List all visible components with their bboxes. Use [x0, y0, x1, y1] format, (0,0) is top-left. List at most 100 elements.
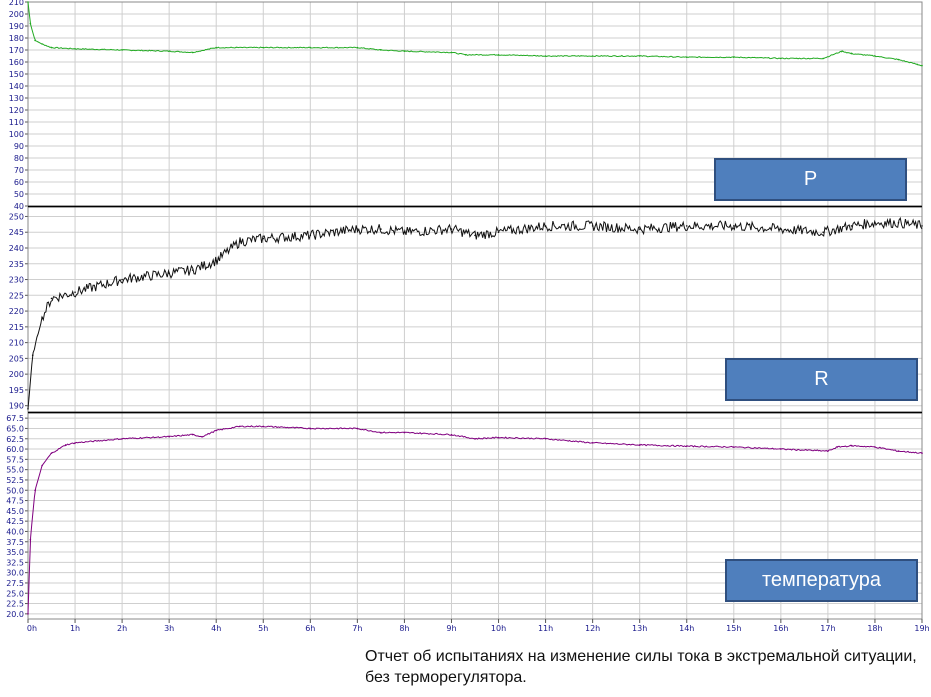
x-tick-label: 18h — [867, 624, 882, 633]
data-point — [380, 49, 382, 51]
data-point — [74, 291, 76, 293]
data-point — [238, 425, 241, 428]
data-point — [780, 228, 782, 230]
series-line-0 — [27, 1, 922, 67]
data-point — [121, 437, 123, 440]
data-point — [732, 446, 735, 448]
y-tick-label: 50 — [14, 190, 24, 199]
data-point — [168, 272, 170, 275]
y-tick-label: 150 — [9, 70, 24, 79]
chart-caption: Отчет об испытаниях на изменение силы то… — [365, 648, 917, 686]
y-tick-label: 245 — [9, 228, 24, 237]
data-point — [41, 464, 43, 467]
data-point — [464, 54, 467, 56]
data-point — [780, 57, 782, 60]
data-point — [822, 231, 824, 234]
y-tick-label: 230 — [9, 276, 24, 285]
data-point — [685, 445, 688, 447]
data-point — [897, 450, 900, 452]
data-point — [74, 442, 76, 444]
data-point — [841, 50, 843, 52]
data-point — [309, 46, 312, 49]
x-tick-label: 8h — [399, 624, 409, 633]
data-point — [780, 448, 782, 450]
data-point — [921, 225, 923, 227]
y-tick-label: 235 — [9, 260, 24, 269]
y-tick-label: 200 — [9, 370, 24, 379]
data-point — [380, 228, 382, 230]
data-point — [450, 51, 453, 54]
data-point — [403, 431, 406, 434]
x-tick-label: 3h — [164, 624, 174, 633]
data-point — [850, 52, 853, 55]
data-point — [474, 234, 476, 237]
panel-label-r: R — [725, 358, 918, 401]
data-point — [74, 48, 76, 50]
data-point — [732, 225, 735, 227]
data-point — [921, 64, 923, 67]
x-tick-label: 5h — [258, 624, 268, 633]
y-tick-label: 57.5 — [6, 455, 24, 464]
data-point — [380, 431, 382, 434]
y-tick-label: 110 — [9, 118, 24, 127]
data-point — [215, 429, 218, 432]
x-tick-label: 9h — [446, 624, 456, 633]
y-tick-label: 55.0 — [6, 466, 24, 475]
y-tick-label: 220 — [9, 307, 24, 316]
data-point — [31, 354, 34, 357]
data-point — [403, 50, 406, 52]
data-point — [874, 446, 876, 448]
data-point — [238, 240, 241, 243]
y-tick-label: 60.0 — [6, 445, 24, 454]
y-tick-label: 47.5 — [6, 497, 24, 506]
x-tick-label: 2h — [117, 624, 127, 633]
panel-label-p: P — [714, 158, 907, 201]
y-tick-label: 250 — [9, 212, 24, 221]
data-point — [544, 437, 547, 440]
y-tick-label: 37.5 — [6, 538, 24, 547]
data-point — [732, 56, 735, 58]
y-tick-label: 180 — [9, 34, 24, 43]
data-point — [309, 427, 312, 430]
y-tick-label: 200 — [9, 10, 24, 19]
data-point — [262, 237, 265, 240]
data-point — [836, 446, 839, 448]
data-point — [403, 231, 406, 234]
data-point — [29, 22, 32, 25]
data-point — [50, 297, 53, 300]
y-tick-label: 60 — [14, 178, 24, 187]
data-point — [874, 55, 876, 57]
y-tick-label: 225 — [9, 291, 24, 300]
data-point — [29, 538, 32, 541]
data-point — [685, 56, 688, 58]
data-point — [121, 49, 123, 51]
data-point — [450, 228, 453, 230]
y-tick-label: 190 — [9, 22, 24, 31]
x-tick-label: 13h — [632, 624, 647, 633]
y-tick-label: 170 — [9, 46, 24, 55]
x-tick-label: 4h — [211, 624, 221, 633]
y-tick-label: 190 — [9, 402, 24, 411]
y-tick-label: 205 — [9, 354, 24, 363]
data-point — [168, 50, 170, 52]
y-tick-label: 100 — [9, 130, 24, 139]
data-point — [201, 435, 203, 438]
data-point — [822, 57, 824, 60]
data-point — [191, 269, 194, 271]
data-point — [191, 51, 194, 54]
x-tick-label: 16h — [773, 624, 788, 633]
data-point — [50, 452, 53, 454]
y-tick-label: 120 — [9, 106, 24, 115]
y-tick-label: 195 — [9, 386, 24, 395]
y-tick-label: 40.0 — [6, 527, 24, 536]
data-point — [497, 436, 500, 439]
data-point — [874, 221, 876, 224]
data-point — [356, 46, 359, 49]
data-point — [309, 234, 312, 237]
x-tick-label: 6h — [305, 624, 315, 633]
x-tick-label: 19h — [914, 624, 929, 633]
data-point — [64, 444, 67, 446]
data-point — [921, 452, 923, 454]
data-point — [215, 259, 218, 262]
x-tick-label: 7h — [352, 624, 362, 633]
